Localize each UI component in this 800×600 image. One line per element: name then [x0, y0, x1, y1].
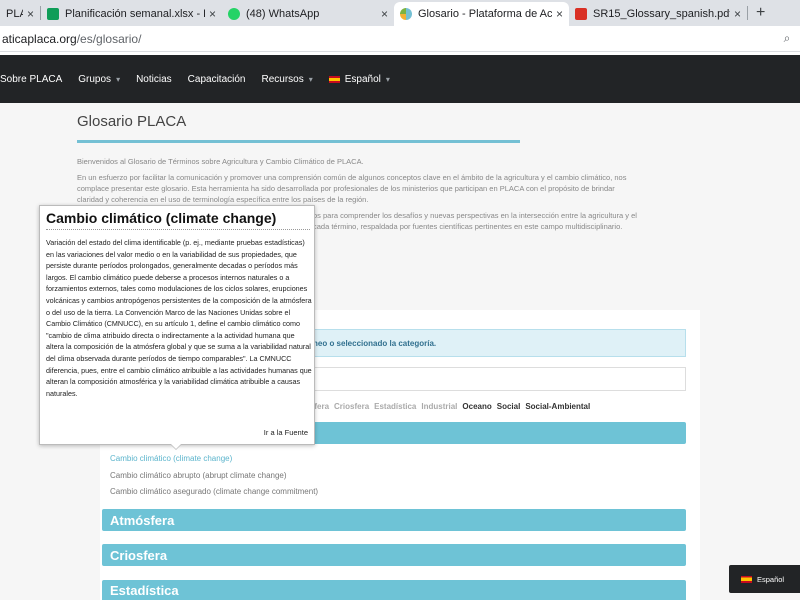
url-host: aticaplaca.org: [2, 31, 77, 46]
tab-label: SR15_Glossary_spanish.pdf: [593, 8, 730, 20]
nav-label: Capacitación: [187, 73, 246, 85]
tooltip-divider: [46, 229, 310, 230]
close-icon[interactable]: ×: [381, 7, 388, 21]
section-label: Estadística: [110, 582, 179, 598]
filter-estadistica[interactable]: Estadística: [374, 402, 416, 411]
tab-planificacion[interactable]: Planificación semanal.xlsx - Hojas ×: [41, 2, 222, 26]
filter-industrial[interactable]: Industrial: [421, 402, 457, 411]
new-tab-icon[interactable]: +: [748, 4, 773, 22]
close-icon[interactable]: ×: [734, 7, 741, 21]
nav-label: Sobre PLACA: [0, 73, 63, 85]
tab-label: PLAC: [6, 8, 23, 20]
nav-capacitacion[interactable]: Capacitación: [188, 74, 246, 85]
section-criosfera[interactable]: Criosfera: [102, 544, 686, 566]
caret-down-icon: ▾: [385, 74, 390, 84]
caret-down-icon: ▾: [116, 74, 121, 84]
filter-social-ambiental[interactable]: Social-Ambiental: [525, 402, 590, 411]
tab-whatsapp[interactable]: (48) WhatsApp ×: [222, 2, 394, 26]
definition-tooltip: Cambio climático (climate change) Variac…: [39, 205, 315, 445]
tab-label: Planificación semanal.xlsx - Hojas: [65, 8, 205, 20]
caret-down-icon: ▾: [308, 74, 313, 84]
tab-label: Glosario - Plataforma de Acción C: [418, 8, 552, 20]
language-widget[interactable]: Español: [729, 565, 800, 593]
tooltip-body: Variación del estado del clima identific…: [46, 238, 312, 398]
category-filters: ósfera Criosfera Estadística Industrial …: [305, 402, 590, 411]
section-label: Criosfera: [110, 547, 168, 563]
tab-plac[interactable]: PLAC ×: [0, 2, 40, 26]
address-bar[interactable]: aticaplaca.org/es/glosario/ ⌕: [0, 26, 800, 52]
close-icon[interactable]: ×: [209, 7, 216, 21]
close-icon[interactable]: ×: [556, 7, 563, 21]
tooltip-title: Cambio climático (climate change): [46, 210, 277, 226]
section-label: Atmósfera: [110, 512, 175, 528]
pdf-icon: [575, 8, 587, 20]
close-icon[interactable]: ×: [27, 7, 34, 21]
source-link[interactable]: Ir a la Fuente: [264, 428, 308, 437]
tab-glosario[interactable]: Glosario - Plataforma de Acción C ×: [394, 2, 569, 26]
site-navbar: Sobre PLACA Grupos ▾ Noticias Capacitació…: [0, 55, 800, 103]
nav-language[interactable]: Español ▾: [328, 73, 390, 85]
tooltip-arrow-inner: [171, 444, 181, 449]
intro-paragraph-line: os para comprender los desafíos y nuevas…: [313, 211, 637, 220]
section-atmosfera[interactable]: Atmósfera: [102, 509, 686, 531]
url-path: /es/glosario/: [76, 31, 142, 46]
nav-sobre-placa[interactable]: Sobre PLACA: [0, 74, 62, 85]
term-link[interactable]: Cambio climático (climate change): [110, 454, 232, 463]
language-label: Español: [757, 574, 785, 584]
tab-label: (48) WhatsApp: [246, 8, 320, 20]
spain-flag-icon: [741, 575, 752, 583]
intro-paragraph-line: cada término, respaldada por fuentes cie…: [313, 222, 623, 231]
search-input[interactable]: [305, 367, 686, 391]
intro-paragraph-line: En un esfuerzo por facilitar la comunica…: [77, 173, 627, 182]
nav-label: Recursos: [261, 73, 304, 85]
zoom-icon[interactable]: ⌕: [778, 31, 796, 46]
filter-criosfera[interactable]: Criosfera: [334, 402, 369, 411]
term-link[interactable]: Cambio climático abrupto (abrupt climate…: [110, 471, 287, 480]
intro-paragraph-line: claridad y coherencia en el uso de termi…: [77, 195, 369, 204]
intro-paragraph-line: complace presentar este glosario. Esta h…: [77, 184, 615, 193]
url-text[interactable]: aticaplaca.org/es/glosario/: [0, 32, 778, 46]
nav-label: Grupos: [78, 73, 112, 85]
placa-icon: [400, 8, 412, 20]
nav-label: Noticias: [136, 73, 172, 85]
term-link[interactable]: Cambio climático asegurado (climate chan…: [110, 487, 318, 496]
filter-social[interactable]: Social: [497, 402, 521, 411]
info-text: neo o seleccionado la categoría.: [313, 338, 437, 348]
sheets-icon: [47, 8, 59, 20]
tab-pdf[interactable]: SR15_Glossary_spanish.pdf ×: [569, 2, 747, 26]
nav-recursos[interactable]: Recursos ▾: [261, 74, 312, 85]
title-underline: [77, 140, 520, 143]
spain-flag-icon: [328, 75, 340, 83]
filter-oceano[interactable]: Oceano: [462, 402, 491, 411]
nav-grupos[interactable]: Grupos ▾: [78, 74, 120, 85]
page-title: Glosario PLACA: [77, 113, 187, 130]
whatsapp-icon: [228, 8, 240, 20]
intro-welcome: Bienvenidos al Glosario de Términos sobr…: [77, 157, 364, 166]
browser-tab-bar: PLAC × Planificación semanal.xlsx - Hoja…: [0, 0, 800, 26]
nav-label: Español: [344, 73, 381, 85]
section-estadistica[interactable]: Estadística: [102, 580, 686, 600]
nav-noticias[interactable]: Noticias: [136, 74, 172, 85]
